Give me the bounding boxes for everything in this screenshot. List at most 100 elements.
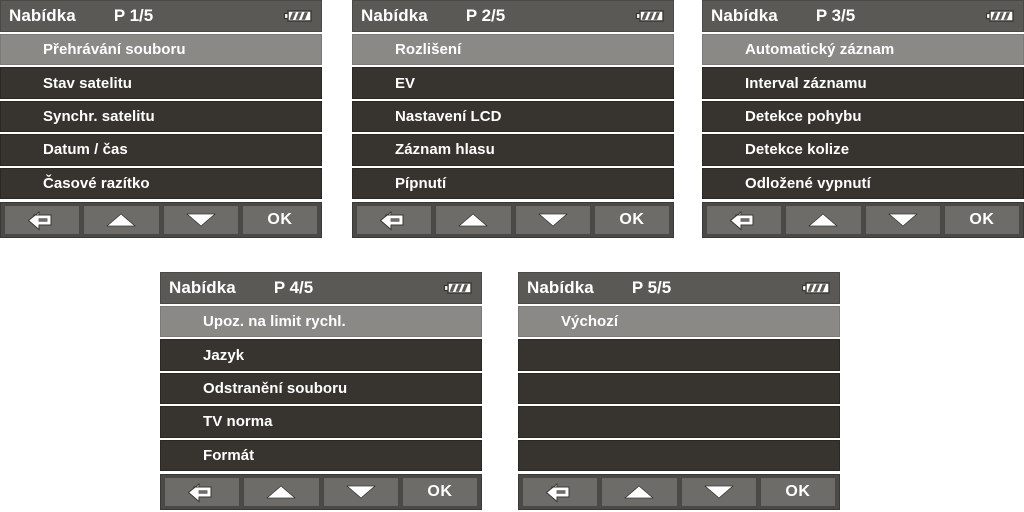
ok-button[interactable]: OK: [593, 205, 670, 235]
ok-button-label: OK: [969, 211, 995, 228]
menu-item-selected[interactable]: Rozlišení: [352, 34, 674, 66]
menu-item-label: Přehrávání souboru: [43, 41, 186, 59]
panel-header: Nabídka P 4/5: [160, 272, 482, 304]
soft-button-bar: OK: [702, 202, 1024, 238]
page-title: Nabídka: [711, 6, 778, 25]
menu-item[interactable]: Pípnutí: [352, 167, 674, 200]
menu-screen-1: Nabídka P 1/5 Přehrávání souboru Stav satel…: [0, 0, 322, 238]
menu-item-label: Formát: [203, 446, 255, 464]
page-indicator: P 3/5: [815, 6, 856, 25]
ok-button-label: OK: [785, 483, 811, 500]
menu-screen-3: Nabídka P 3/5 Automatický záznam Interval z…: [702, 0, 1024, 238]
page-indicator: P 5/5: [631, 278, 672, 297]
panel-header: Nabídka P 1/5: [0, 0, 322, 32]
back-button[interactable]: [522, 477, 599, 507]
menu-item[interactable]: Formát: [160, 439, 482, 472]
soft-button-bar: OK: [160, 474, 482, 510]
menu-item-label: Detekce pohybu: [745, 108, 862, 126]
ok-button[interactable]: OK: [401, 477, 478, 507]
menu-item-label: Automatický záznam: [745, 41, 895, 59]
menu-screen-5: Nabídka P 5/5 Výchozí OK: [518, 272, 840, 510]
back-button[interactable]: [356, 205, 433, 235]
menu-item[interactable]: Interval záznamu: [702, 67, 1024, 99]
menu-item[interactable]: [518, 439, 840, 472]
battery-full-icon: [635, 8, 665, 24]
page-title: Nabídka: [169, 278, 236, 297]
menu-item[interactable]: [518, 339, 840, 371]
down-button[interactable]: [514, 205, 591, 235]
page-indicator: P 2/5: [465, 6, 506, 25]
menu-item[interactable]: Detekce pohybu: [702, 100, 1024, 133]
menu-item-label: Detekce kolize: [745, 141, 850, 159]
page-title: Nabídka: [361, 6, 428, 25]
ok-button-label: OK: [267, 211, 293, 228]
menu-item[interactable]: Synchr. satelitu: [0, 100, 322, 133]
menu-item-selected[interactable]: Přehrávání souboru: [0, 34, 322, 66]
battery-full-icon: [985, 8, 1015, 24]
menu-item[interactable]: [518, 372, 840, 405]
menu-item-label: Upoz. na limit rychl.: [203, 313, 346, 331]
return-arrow-icon: [727, 209, 761, 231]
menu-item[interactable]: [518, 406, 840, 438]
menu-list: Automatický záznam Interval záznamu Detekc…: [702, 32, 1024, 200]
soft-button-bar: OK: [0, 202, 322, 238]
menu-item[interactable]: Nastavení LCD: [352, 100, 674, 133]
triangle-down-icon: [886, 211, 920, 229]
battery-full-icon: [443, 280, 473, 296]
up-button[interactable]: [243, 477, 320, 507]
menu-item-label: Jazyk: [203, 346, 245, 364]
menu-item[interactable]: Časové razítko: [0, 167, 322, 200]
menu-item[interactable]: EV: [352, 67, 674, 99]
menu-item-label: Časové razítko: [43, 174, 150, 192]
ok-button[interactable]: OK: [759, 477, 836, 507]
triangle-up-icon: [806, 211, 840, 229]
menu-item-label: Záznam hlasu: [395, 141, 495, 159]
panel-header: Nabídka P 2/5: [352, 0, 674, 32]
page-indicator: P 4/5: [273, 278, 314, 297]
menu-item-selected[interactable]: Upoz. na limit rychl.: [160, 306, 482, 338]
ok-button-label: OK: [427, 483, 453, 500]
down-button[interactable]: [322, 477, 399, 507]
menu-item[interactable]: Odstranění souboru: [160, 372, 482, 405]
battery-full-icon: [801, 280, 831, 296]
return-arrow-icon: [377, 209, 411, 231]
return-arrow-icon: [543, 481, 577, 503]
soft-button-bar: OK: [518, 474, 840, 510]
back-button[interactable]: [706, 205, 783, 235]
menu-item-label: Pípnutí: [395, 174, 447, 192]
menu-item[interactable]: TV norma: [160, 406, 482, 438]
ok-button-label: OK: [619, 211, 645, 228]
down-button[interactable]: [680, 477, 757, 507]
menu-item[interactable]: Detekce kolize: [702, 134, 1024, 166]
ok-button[interactable]: OK: [241, 205, 318, 235]
page-title: Nabídka: [527, 278, 594, 297]
ok-button[interactable]: OK: [943, 205, 1020, 235]
menu-item-selected[interactable]: Výchozí: [518, 306, 840, 338]
menu-list: Výchozí: [518, 304, 840, 472]
panel-header: Nabídka P 3/5: [702, 0, 1024, 32]
menu-item-label: Interval záznamu: [745, 74, 867, 92]
menu-list: Přehrávání souboru Stav satelitu Synchr. s…: [0, 32, 322, 200]
up-button[interactable]: [785, 205, 862, 235]
menu-item[interactable]: Záznam hlasu: [352, 134, 674, 166]
menu-item-label: Odstranění souboru: [203, 380, 348, 398]
menu-item-label: Nastavení LCD: [395, 108, 502, 126]
triangle-up-icon: [456, 211, 490, 229]
down-button[interactable]: [864, 205, 941, 235]
page-title: Nabídka: [9, 6, 76, 25]
down-button[interactable]: [162, 205, 239, 235]
up-button[interactable]: [83, 205, 160, 235]
menu-item[interactable]: Jazyk: [160, 339, 482, 371]
up-button[interactable]: [601, 477, 678, 507]
menu-item[interactable]: Datum / čas: [0, 134, 322, 166]
up-button[interactable]: [435, 205, 512, 235]
back-button[interactable]: [4, 205, 81, 235]
triangle-down-icon: [184, 211, 218, 229]
menu-item-selected[interactable]: Automatický záznam: [702, 34, 1024, 66]
menu-item[interactable]: Odložené vypnutí: [702, 167, 1024, 200]
menu-screens-sheet: Nabídka P 1/5 Přehrávání souboru Stav satel…: [0, 0, 1024, 512]
triangle-up-icon: [622, 483, 656, 501]
back-button[interactable]: [164, 477, 241, 507]
menu-item-label: Výchozí: [561, 313, 619, 331]
menu-item[interactable]: Stav satelitu: [0, 67, 322, 99]
